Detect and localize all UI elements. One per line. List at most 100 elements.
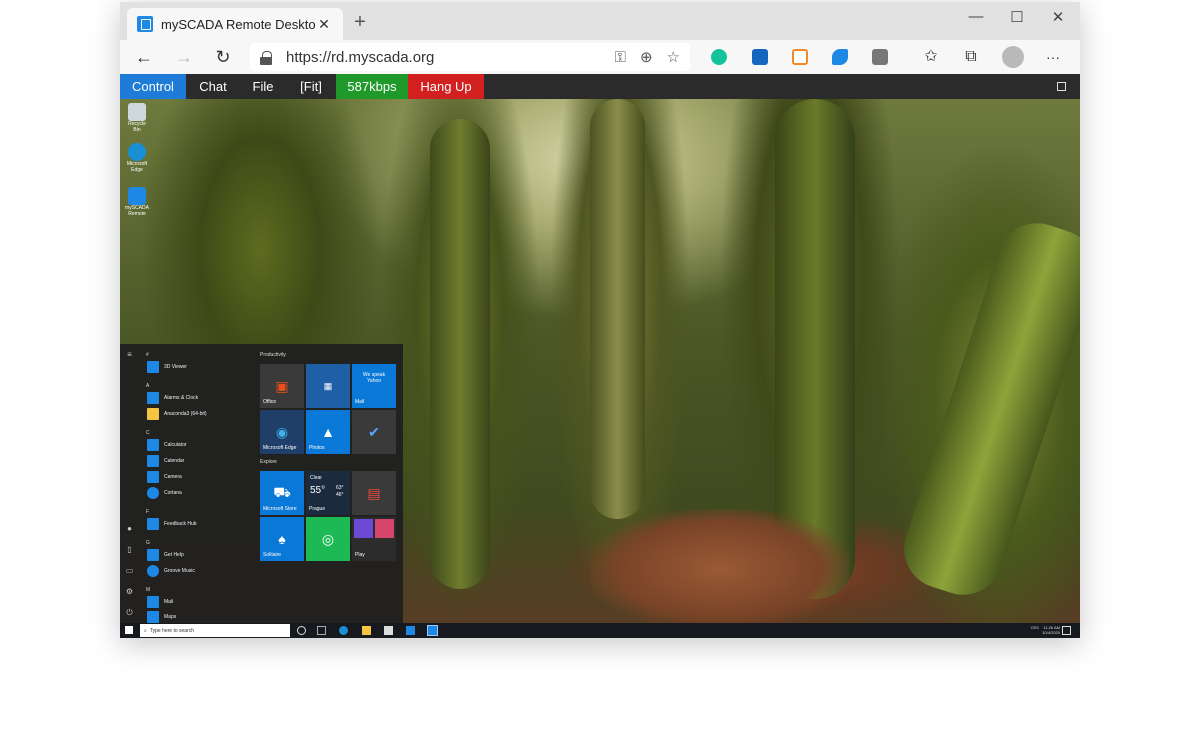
chat-button[interactable]: Chat — [186, 74, 240, 99]
back-button[interactable]: ← — [131, 45, 157, 69]
tile-solitaire[interactable]: ♠ Solitaire — [260, 517, 304, 561]
myscada-favicon-icon — [137, 16, 153, 32]
bandwidth-indicator: 587kbps — [336, 74, 408, 99]
notifications-icon[interactable] — [1062, 626, 1071, 635]
app-item-feedback-hub[interactable]: Feedback Hub — [147, 517, 197, 531]
refresh-button[interactable]: ↻ — [210, 45, 236, 69]
power-icon[interactable]: ⏻ — [125, 608, 134, 617]
office-extension-icon[interactable] — [792, 49, 808, 65]
zoom-icon[interactable]: ⊕ — [640, 48, 653, 66]
feather-extension-icon[interactable] — [832, 49, 848, 65]
language-indicator[interactable]: CES — [1031, 625, 1039, 630]
weather-condition: Clear — [310, 475, 322, 481]
new-tab-button[interactable]: + — [350, 12, 370, 32]
forward-button[interactable]: → — [171, 45, 197, 69]
puzzle-extension-icon[interactable] — [872, 49, 888, 65]
app-item-groove-music[interactable]: Groove Music — [147, 564, 195, 578]
tree-trunk — [893, 212, 1080, 606]
app-item-calculator[interactable]: Calculator — [147, 438, 187, 452]
app-item-get-help[interactable]: Get Help — [147, 548, 184, 562]
app-item-camera[interactable]: Camera — [147, 470, 182, 484]
task-view-icon[interactable] — [317, 626, 326, 635]
hamburger-icon[interactable]: ≡ — [125, 350, 134, 359]
letter-header[interactable]: A — [146, 383, 149, 389]
maximize-button[interactable]: ☐ — [997, 8, 1037, 26]
bookmark-extension-icon[interactable] — [752, 49, 768, 65]
app-item-mail[interactable]: Mail — [147, 595, 173, 609]
cortana-circle-icon[interactable] — [297, 626, 306, 635]
desktop-icon-myscada[interactable]: mySCADA Remote — [124, 187, 150, 217]
grammarly-extension-icon[interactable] — [711, 49, 727, 65]
edge-taskbar-icon[interactable] — [339, 626, 348, 635]
letter-header[interactable]: # — [146, 352, 149, 358]
start-rail: ≡ ● ▯ ▭ ⚙ ⏻ — [120, 344, 140, 623]
start-menu: ≡ ● ▯ ▭ ⚙ ⏻ # 3D Viewer A Alarms & Clock… — [120, 344, 403, 623]
file-button[interactable]: File — [240, 74, 286, 99]
maps-icon — [147, 611, 159, 623]
settings-icon[interactable]: ⚙ — [125, 587, 134, 596]
windows-start-icon[interactable] — [125, 626, 133, 634]
mail-taskbar-icon[interactable] — [406, 626, 415, 635]
tile-spotify[interactable]: ◎ — [306, 517, 350, 561]
close-window-button[interactable]: ✕ — [1038, 8, 1078, 26]
help-icon — [147, 549, 159, 561]
desktop-icon-edge[interactable]: Microsoft Edge — [124, 143, 150, 173]
pictures-icon[interactable]: ▭ — [125, 566, 134, 575]
control-button[interactable]: Control — [120, 74, 186, 99]
fit-button[interactable]: [Fit] — [286, 74, 336, 99]
more-menu-icon[interactable]: ··· — [1040, 45, 1066, 69]
collections-icon[interactable]: ⧉ — [958, 45, 984, 69]
tile-edge[interactable]: ◉ Microsoft Edge — [260, 410, 304, 454]
tab-close-icon[interactable]: ✕ — [315, 16, 333, 33]
tile-office-apps[interactable]: ▦ — [306, 364, 350, 408]
tile-play[interactable]: Play — [352, 517, 396, 561]
url-text[interactable]: https://rd.myscada.org — [286, 49, 601, 66]
letter-header[interactable]: C — [146, 430, 150, 436]
fullscreen-icon[interactable] — [1057, 82, 1066, 91]
tile-photos[interactable]: ▲ Photos — [306, 410, 350, 454]
key-icon[interactable]: ⚿ — [615, 49, 626, 66]
documents-icon[interactable]: ▯ — [125, 545, 134, 554]
tile-mail[interactable]: We speak Yahoo Mail — [352, 364, 396, 408]
app-item-3d-viewer[interactable]: 3D Viewer — [147, 360, 187, 374]
profile-avatar[interactable] — [1002, 46, 1024, 68]
user-icon[interactable]: ● — [125, 524, 134, 533]
favorites-icon[interactable]: ✩ — [918, 45, 944, 69]
file-explorer-icon[interactable] — [362, 626, 371, 635]
tile-store[interactable]: ⛟ Microsoft Store — [260, 471, 304, 515]
tab-title: mySCADA Remote Desktop View — [161, 16, 315, 32]
system-tray[interactable]: CES 11:26 AM 10/4/2020 — [1031, 625, 1060, 635]
hang-up-button[interactable]: Hang Up — [408, 74, 484, 99]
mail-promo-text: We speak Yahoo — [362, 372, 386, 384]
letter-header[interactable]: F — [146, 509, 149, 515]
letter-header[interactable]: M — [146, 587, 150, 593]
store-taskbar-icon[interactable] — [384, 626, 393, 635]
remote-desktop-view[interactable]: Recycle Bin Microsoft Edge mySCADA Remot… — [120, 99, 1080, 638]
app-item-cortana[interactable]: Cortana — [147, 486, 182, 500]
game-thumbnail — [354, 519, 373, 538]
app-label: Calendar — [164, 458, 185, 464]
search-icon: ⌕ — [144, 627, 147, 634]
tile-news[interactable]: ▤ — [352, 471, 396, 515]
tile-label: Mail — [355, 399, 365, 405]
browser-tab[interactable]: mySCADA Remote Desktop View ✕ — [127, 8, 343, 40]
tile-office[interactable]: ▣ Office — [260, 364, 304, 408]
app-label: Cortana — [164, 490, 182, 496]
app-item-alarms-clock[interactable]: Alarms & Clock — [147, 391, 198, 405]
address-bar[interactable]: https://rd.myscada.org ⚿ ⊕ ☆ — [250, 43, 690, 71]
app-item-calendar[interactable]: Calendar — [147, 454, 184, 468]
favorite-star-icon[interactable]: ☆ — [667, 48, 680, 66]
taskbar-search-box[interactable]: ⌕ Type here to search — [140, 624, 290, 637]
letter-header[interactable]: G — [146, 540, 150, 546]
app-item-maps[interactable]: Maps — [147, 610, 176, 624]
minimize-button[interactable]: — — [956, 8, 996, 25]
cortana-icon — [147, 487, 159, 499]
tile-todo[interactable]: ✔ — [352, 410, 396, 454]
myscada-taskbar-icon[interactable] — [427, 625, 438, 636]
forest-path — [590, 509, 850, 629]
mail-icon — [147, 596, 159, 608]
clock-date[interactable]: 10/4/2020 — [1042, 630, 1060, 635]
tile-weather[interactable]: Clear 55° 63° 46° Prague — [306, 471, 350, 515]
desktop-icon-recycle-bin[interactable]: Recycle Bin — [124, 103, 150, 133]
app-item-anaconda[interactable]: Anaconda3 (64-bit) — [147, 407, 207, 421]
